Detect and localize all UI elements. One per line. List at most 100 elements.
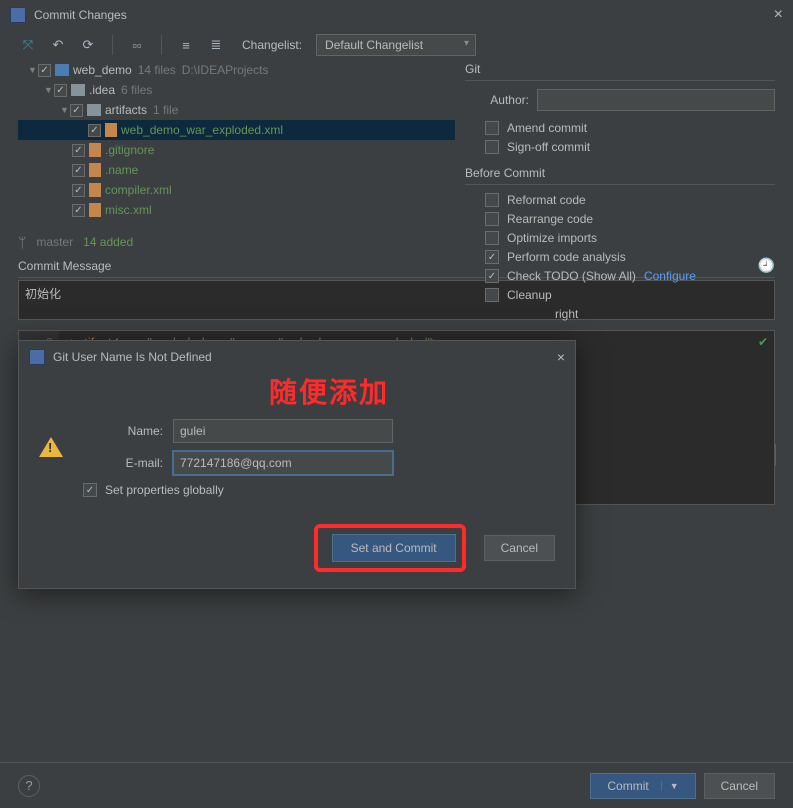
tree-label: .name: [105, 163, 138, 177]
tree-meta: 6 files: [121, 83, 152, 97]
history-icon[interactable]: 🕘: [758, 257, 775, 274]
checkbox[interactable]: [72, 164, 85, 177]
amend-label: Amend commit: [507, 121, 587, 135]
inspection-ok-icon: ✔: [758, 335, 768, 349]
tree-root[interactable]: ▼ web_demo 14 files D:\IDEAProjects: [18, 60, 455, 80]
commit-dropdown-icon[interactable]: ▼: [661, 781, 679, 791]
module-icon: [55, 64, 69, 76]
copyright-label-partial: right: [555, 307, 578, 321]
app-icon: [10, 7, 26, 23]
tree-file[interactable]: .gitignore: [18, 140, 455, 160]
tree-file[interactable]: misc.xml: [18, 200, 455, 220]
rollback-icon[interactable]: ↶: [50, 37, 66, 53]
chevron-down-icon[interactable]: ▼: [44, 85, 54, 95]
refresh-vcs-icon[interactable]: ⤧: [20, 37, 36, 53]
commit-button[interactable]: Commit▼: [590, 773, 695, 799]
author-input[interactable]: [537, 89, 775, 111]
cleanup-checkbox[interactable]: [485, 288, 499, 302]
analysis-label: Perform code analysis: [507, 250, 626, 264]
folder-icon: [87, 104, 101, 116]
xml-file-icon: [89, 183, 101, 197]
dialog-title: Git User Name Is Not Defined: [53, 350, 557, 364]
xml-file-icon: [89, 203, 101, 217]
tree-meta: 14 files: [138, 63, 176, 77]
tree-node-idea[interactable]: ▼ .idea 6 files: [18, 80, 455, 100]
chevron-down-icon[interactable]: ▼: [28, 65, 38, 75]
checkbox[interactable]: [72, 144, 85, 157]
group-icon[interactable]: ▫▫: [129, 37, 145, 53]
rearrange-label: Rearrange code: [507, 212, 593, 226]
tree-meta: 1 file: [153, 103, 178, 117]
email-label: E-mail:: [83, 456, 173, 470]
amend-checkbox[interactable]: [485, 121, 499, 135]
rearrange-checkbox[interactable]: [485, 212, 499, 226]
signoff-label: Sign-off commit: [507, 140, 590, 154]
globally-checkbox[interactable]: [83, 483, 97, 497]
expand-all-icon[interactable]: ≡: [178, 37, 194, 53]
app-icon: [29, 349, 45, 365]
email-input[interactable]: [173, 451, 393, 475]
optimize-checkbox[interactable]: [485, 231, 499, 245]
checkbox[interactable]: [54, 84, 67, 97]
tree-file[interactable]: compiler.xml: [18, 180, 455, 200]
todo-checkbox[interactable]: [485, 269, 499, 283]
tree-file-selected[interactable]: web_demo_war_exploded.xml: [18, 120, 455, 140]
tree-label: .idea: [89, 83, 115, 97]
name-input[interactable]: [173, 419, 393, 443]
dialog-cancel-button[interactable]: Cancel: [484, 535, 555, 561]
close-icon[interactable]: ×: [774, 6, 783, 24]
checkbox[interactable]: [72, 204, 85, 217]
analysis-checkbox[interactable]: [485, 250, 499, 264]
branch-added: 14 added: [83, 235, 133, 249]
close-icon[interactable]: ×: [557, 349, 565, 365]
tree-node-artifacts[interactable]: ▼ artifacts 1 file: [18, 100, 455, 120]
xml-file-icon: [105, 123, 117, 137]
checkbox[interactable]: [88, 124, 101, 137]
git-user-dialog: Git User Name Is Not Defined × 随便添加 Name…: [18, 340, 576, 589]
globally-label: Set properties globally: [105, 483, 224, 497]
refresh-icon[interactable]: ⟳: [80, 37, 96, 53]
reformat-checkbox[interactable]: [485, 193, 499, 207]
chevron-down-icon[interactable]: ▼: [60, 105, 70, 115]
cancel-button[interactable]: Cancel: [704, 773, 775, 799]
annotation-highlight: Set and Commit: [314, 524, 466, 572]
git-heading: Git: [465, 60, 775, 81]
changes-tree[interactable]: ▼ web_demo 14 files D:\IDEAProjects ▼ .i…: [18, 60, 455, 230]
tree-label: misc.xml: [105, 203, 152, 217]
toolbar: ⤧ ↶ ⟳ ▫▫ ≡ ≣ Changelist: Default Changel…: [0, 30, 793, 60]
folder-icon: [71, 84, 85, 96]
annotation-text: 随便添加: [269, 371, 389, 411]
bottom-bar: ? Commit▼ Cancel: [0, 762, 793, 808]
tree-label: web_demo: [73, 63, 132, 77]
tree-meta: D:\IDEAProjects: [182, 63, 269, 77]
branch-name: master: [36, 235, 73, 249]
commit-message-heading: Commit Message: [18, 259, 111, 273]
help-button[interactable]: ?: [18, 775, 40, 797]
file-icon: [89, 143, 101, 157]
todo-configure-link[interactable]: Configure: [644, 269, 696, 283]
checkbox[interactable]: [70, 104, 83, 117]
tree-label: compiler.xml: [105, 183, 172, 197]
signoff-checkbox[interactable]: [485, 140, 499, 154]
changelist-combo[interactable]: Default Changelist: [316, 34, 476, 56]
tree-label: .gitignore: [105, 143, 154, 157]
optimize-label: Optimize imports: [507, 231, 597, 245]
tree-label: artifacts: [105, 103, 147, 117]
todo-label: Check TODO (Show All): [507, 269, 636, 283]
warning-icon: [39, 437, 63, 457]
before-commit-heading: Before Commit: [465, 164, 775, 185]
cleanup-label: Cleanup: [507, 288, 552, 302]
window-title: Commit Changes: [34, 8, 774, 22]
checkbox[interactable]: [38, 64, 51, 77]
reformat-label: Reformat code: [507, 193, 586, 207]
set-and-commit-button[interactable]: Set and Commit: [332, 534, 456, 562]
title-bar: Commit Changes ×: [0, 0, 793, 30]
branch-icon: ᛘ: [18, 234, 26, 250]
tree-file[interactable]: .name: [18, 160, 455, 180]
checkbox[interactable]: [72, 184, 85, 197]
tree-label: web_demo_war_exploded.xml: [121, 123, 283, 137]
collapse-all-icon[interactable]: ≣: [208, 37, 224, 53]
name-label: Name:: [83, 424, 173, 438]
author-label: Author:: [465, 93, 537, 107]
changelist-label: Changelist:: [242, 38, 302, 52]
